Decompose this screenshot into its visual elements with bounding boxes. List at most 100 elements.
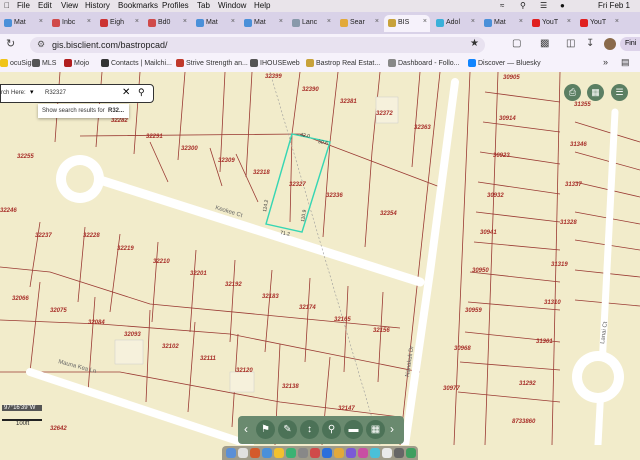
layers-icon[interactable]: ☰	[611, 84, 628, 101]
parcel-label[interactable]: 31292	[519, 381, 536, 387]
menubar-clock[interactable]: Fri Feb 1	[598, 1, 630, 10]
download-icon[interactable]: ↧	[586, 38, 594, 49]
tab-close-icon[interactable]: ×	[279, 18, 283, 25]
menu-view[interactable]: View	[61, 1, 78, 10]
tab-close-icon[interactable]: ×	[375, 18, 379, 25]
parcel-label[interactable]: 32318	[253, 170, 270, 176]
search-type-dropdown[interactable]: ▾	[30, 88, 34, 96]
dock-app-icon[interactable]	[382, 448, 392, 458]
parcel-label[interactable]: 31319	[551, 262, 568, 268]
bookmark-item[interactable]: Dashboard - Follo...	[388, 59, 459, 67]
measure-icon[interactable]: ↕	[300, 420, 319, 439]
parcel-label[interactable]: 32336	[326, 193, 343, 199]
search-input[interactable]: R32327	[45, 90, 66, 96]
dock-app-icon[interactable]	[406, 448, 416, 458]
parcel-label[interactable]: 31310	[544, 300, 561, 306]
tab-3[interactable]: Bd0 ×	[144, 15, 190, 32]
bookmark-item[interactable]: IHOUSEweb	[250, 59, 300, 67]
toolbar-next-button[interactable]: ›	[390, 422, 394, 436]
parcel-label[interactable]: 32354	[380, 211, 397, 217]
toolbar-prev-button[interactable]: ‹	[244, 422, 248, 436]
parcel-label[interactable]: 32147	[338, 406, 355, 412]
parcel-label[interactable]: 31337	[565, 182, 582, 188]
parcel-label[interactable]: 32075	[50, 308, 67, 314]
tab-close-icon[interactable]: ×	[87, 18, 91, 25]
parcel-label[interactable]: 30968	[454, 346, 471, 352]
dock-app-icon[interactable]	[298, 448, 308, 458]
parcel-label[interactable]: 8733860	[512, 419, 536, 425]
tab-close-icon[interactable]: ×	[423, 18, 427, 25]
menu-tab[interactable]: Tab	[197, 1, 210, 10]
parcel-label[interactable]: 32228	[83, 233, 100, 239]
bookmark-item[interactable]: ocuSign	[0, 59, 35, 67]
parcel-label[interactable]: 32255	[17, 154, 34, 160]
parcel-label[interactable]: 32642	[50, 426, 67, 432]
dock-app-icon[interactable]	[274, 448, 284, 458]
parcel-label[interactable]: 32093	[124, 332, 141, 338]
bookmark-star-icon[interactable]: ★	[470, 38, 479, 49]
parcel-label[interactable]: 32174	[299, 305, 316, 311]
dock-app-icon[interactable]	[310, 448, 320, 458]
menu-profiles[interactable]: Profiles	[162, 1, 189, 10]
grid-icon[interactable]: ▦	[587, 84, 604, 101]
print-icon[interactable]: ⎙	[564, 84, 581, 101]
parcel-label[interactable]: 32102	[162, 344, 179, 350]
tab-close-icon[interactable]: ×	[471, 18, 475, 25]
parcel-label[interactable]: 30977	[443, 386, 460, 392]
bookmark-item[interactable]: Bastrop Real Estat...	[306, 59, 380, 67]
dock-app-icon[interactable]	[250, 448, 260, 458]
dock-app-icon[interactable]	[238, 448, 248, 458]
parcel-label[interactable]: 32066	[12, 296, 29, 302]
parcel-label[interactable]: 30914	[499, 116, 516, 122]
tab-4[interactable]: Mat ×	[192, 15, 238, 32]
menu-help[interactable]: Help	[254, 1, 270, 10]
dock-app-icon[interactable]	[358, 448, 368, 458]
parcel-label[interactable]: 32327	[289, 182, 306, 188]
search-icon[interactable]: ⚲	[138, 87, 145, 98]
parcel-label[interactable]: 32084	[88, 320, 105, 326]
parcel-label[interactable]: 32381	[340, 99, 357, 105]
parcel-label[interactable]: 30950	[472, 268, 489, 274]
tab-9[interactable]: Adol ×	[432, 15, 478, 32]
tab-close-icon[interactable]: ×	[567, 18, 571, 25]
dock-app-icon[interactable]	[394, 448, 404, 458]
menu-file[interactable]: File	[17, 1, 30, 10]
table-icon[interactable]: ▬	[344, 420, 363, 439]
dock-app-icon[interactable]	[370, 448, 380, 458]
bookmark-icon[interactable]: ⚑	[256, 420, 275, 439]
dock-app-icon[interactable]	[322, 448, 332, 458]
bookmark-item[interactable]: Mojo	[64, 59, 89, 67]
parcel-label[interactable]: 32309	[218, 158, 235, 164]
tab-0[interactable]: Mat ×	[0, 15, 46, 32]
parcel-label[interactable]: 32390	[302, 87, 319, 93]
gis-map[interactable]: 32399 32390 32381 32372 32363 32282 32291 32300…	[0, 72, 640, 445]
wifi-icon[interactable]: ≈	[500, 1, 504, 10]
bookmark-item[interactable]: Discover — Bluesky	[468, 59, 541, 67]
parcel-label[interactable]: 32246	[0, 208, 17, 214]
parcel-label[interactable]: 32210	[153, 259, 170, 265]
parcel-label[interactable]: 31355	[574, 102, 591, 108]
dock-app-icon[interactable]	[262, 448, 272, 458]
extension-puzzle-icon[interactable]: ▩	[540, 38, 549, 49]
parcel-label[interactable]: 32237	[35, 233, 52, 239]
clear-icon[interactable]: ✕	[122, 87, 130, 98]
extensions-icon[interactable]: ▢	[512, 38, 521, 49]
apple-icon[interactable]: 	[4, 1, 10, 10]
dock-app-icon[interactable]	[334, 448, 344, 458]
dock-app-icon[interactable]	[226, 448, 236, 458]
menu-bookmarks[interactable]: Bookmarks	[118, 1, 158, 10]
parcel-label[interactable]: 30941	[480, 230, 497, 236]
tab-6[interactable]: Lanc ×	[288, 15, 334, 32]
bookmarks-more-icon[interactable]: »	[603, 57, 608, 67]
dock-app-icon[interactable]	[286, 448, 296, 458]
tab-close-icon[interactable]: ×	[183, 18, 187, 25]
bookmark-item[interactable]: Strive Strength an...	[176, 59, 248, 67]
bookmark-item[interactable]: Contacts | Mailchi...	[101, 59, 172, 67]
select-icon[interactable]: ⚲	[322, 420, 341, 439]
parcel-label[interactable]: 32219	[117, 246, 134, 252]
tab-close-icon[interactable]: ×	[231, 18, 235, 25]
tab-8[interactable]: BIS ×	[384, 15, 430, 32]
parcel-map-canvas[interactable]: 32399 32390 32381 32372 32363 32282 32291 32300…	[0, 72, 640, 445]
parcel-label[interactable]: 30932	[487, 193, 504, 199]
menu-history[interactable]: History	[85, 1, 110, 10]
